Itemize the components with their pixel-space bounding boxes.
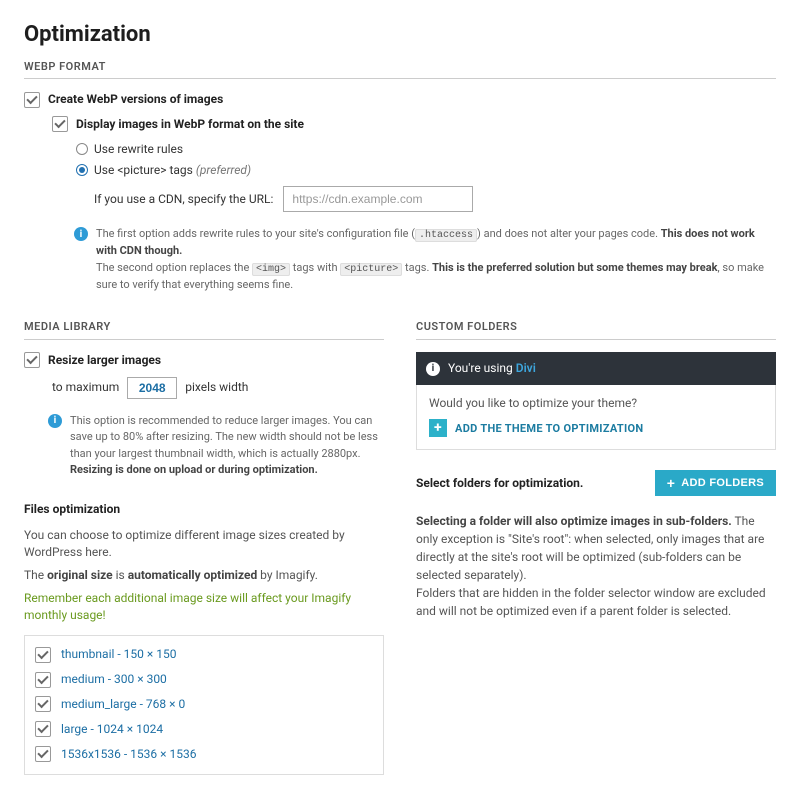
section-header-custom: CUSTOM FOLDERS: [416, 319, 776, 339]
youre-using-text: You're using: [448, 361, 516, 375]
add-folders-label: ADD FOLDERS: [681, 477, 764, 489]
theme-bar: i You're using Divi: [416, 352, 776, 385]
radio-picture-tags[interactable]: [76, 164, 88, 176]
image-sizes-list: thumbnail - 150 × 150 medium - 300 × 300…: [24, 635, 384, 775]
folder-help2: Folders that are hidden in the folder se…: [416, 586, 766, 618]
files-help2b: original size: [47, 568, 113, 582]
info-line1b: ) and does not alter your pages code.: [477, 227, 661, 240]
files-help-2: The original size is automatically optim…: [24, 567, 384, 584]
info-icon: i: [74, 227, 88, 241]
size-row: 1536x1536 - 1536 × 1536: [35, 746, 373, 763]
label-radio-picture-suffix: tags: [167, 163, 196, 177]
select-folders-label: Select folders for optimization.: [416, 475, 583, 492]
size-label: thumbnail - 150 × 150: [61, 646, 177, 663]
files-optimization-title: Files optimization: [24, 501, 384, 518]
info-line2c: tags.: [402, 261, 432, 274]
checkbox-size-thumbnail[interactable]: [35, 647, 51, 663]
info-line2a: The second option replaces the: [96, 261, 252, 274]
plus-icon: +: [429, 419, 447, 437]
label-radio-rewrite: Use rewrite rules: [94, 141, 183, 158]
files-help2e: by Imagify.: [257, 568, 318, 582]
label-resize: Resize larger images: [48, 352, 161, 369]
code-htaccess: .htaccess: [415, 229, 477, 242]
size-row: large - 1024 × 1024: [35, 721, 373, 738]
size-row: medium_large - 768 × 0: [35, 696, 373, 713]
files-help-1: You can choose to optimize different ima…: [24, 527, 384, 561]
input-cdn-url[interactable]: [283, 186, 473, 212]
theme-name: Divi: [516, 361, 536, 375]
info-icon: i: [426, 362, 440, 376]
info-icon: i: [48, 414, 62, 428]
checkbox-size-1536[interactable]: [35, 746, 51, 762]
size-label: medium - 300 × 300: [61, 671, 167, 688]
add-theme-label: ADD THE THEME TO OPTIMIZATION: [455, 421, 643, 436]
checkbox-size-large[interactable]: [35, 721, 51, 737]
size-row: thumbnail - 150 × 150: [35, 646, 373, 663]
theme-panel: Would you like to optimize your theme? +…: [416, 385, 776, 451]
label-cdn-url: If you use a CDN, specify the URL:: [94, 191, 273, 208]
section-header-webp: WEBP FORMAT: [24, 59, 776, 79]
info-line2b: tags with: [290, 261, 340, 274]
code-img: <img>: [252, 263, 290, 276]
checkbox-size-medium[interactable]: [35, 672, 51, 688]
info-resize-body: This option is recommended to reduce lar…: [70, 414, 378, 460]
label-px-width: pixels width: [185, 379, 248, 396]
info-text-resize: This option is recommended to reduce lar…: [70, 413, 384, 479]
theme-bar-text: You're using Divi: [448, 360, 536, 377]
checkbox-create-webp[interactable]: [24, 92, 40, 108]
label-to-max: to maximum: [52, 379, 119, 396]
files-help2a: The: [24, 568, 47, 582]
optimize-theme-question: Would you like to optimize your theme?: [429, 395, 763, 412]
page-title: Optimization: [24, 20, 776, 51]
checkbox-size-medium-large[interactable]: [35, 696, 51, 712]
folder-help-text: Selecting a folder will also optimize im…: [416, 512, 776, 620]
code-picture: <picture>: [340, 263, 402, 276]
section-header-media: MEDIA LIBRARY: [24, 319, 384, 339]
size-label: medium_large - 768 × 0: [61, 696, 185, 713]
files-help2c: is: [113, 568, 128, 582]
info-line1a: The first option adds rewrite rules to y…: [96, 227, 415, 240]
files-help2d: automatically optimized: [128, 568, 258, 582]
size-label: large - 1024 × 1024: [61, 721, 163, 738]
info-resize-strong: Resizing is done on upload or during opt…: [70, 463, 318, 476]
label-radio-picture-preferred: (preferred): [196, 163, 251, 177]
folder-help1-strong: Selecting a folder will also optimize im…: [416, 514, 732, 528]
add-theme-button[interactable]: + ADD THE THEME TO OPTIMIZATION: [429, 419, 763, 437]
files-help-3: Remember each additional image size will…: [24, 590, 384, 624]
label-radio-picture: Use <picture> tags (preferred): [94, 162, 251, 179]
label-create-webp: Create WebP versions of images: [48, 91, 223, 108]
label-radio-picture-prefix: Use: [94, 163, 117, 177]
label-display-webp: Display images in WebP format on the sit…: [76, 116, 304, 133]
info-text-webp: The first option adds rewrite rules to y…: [96, 226, 776, 293]
add-folders-button[interactable]: + ADD FOLDERS: [655, 470, 776, 496]
info-line2-strong: This is the preferred solution but some …: [432, 261, 717, 274]
checkbox-display-webp[interactable]: [52, 116, 68, 132]
input-max-width[interactable]: [127, 377, 177, 399]
label-radio-picture-code: <picture>: [117, 163, 166, 177]
checkbox-resize[interactable]: [24, 352, 40, 368]
radio-rewrite-rules[interactable]: [76, 143, 88, 155]
size-label: 1536x1536 - 1536 × 1536: [61, 746, 197, 763]
size-row: medium - 300 × 300: [35, 671, 373, 688]
